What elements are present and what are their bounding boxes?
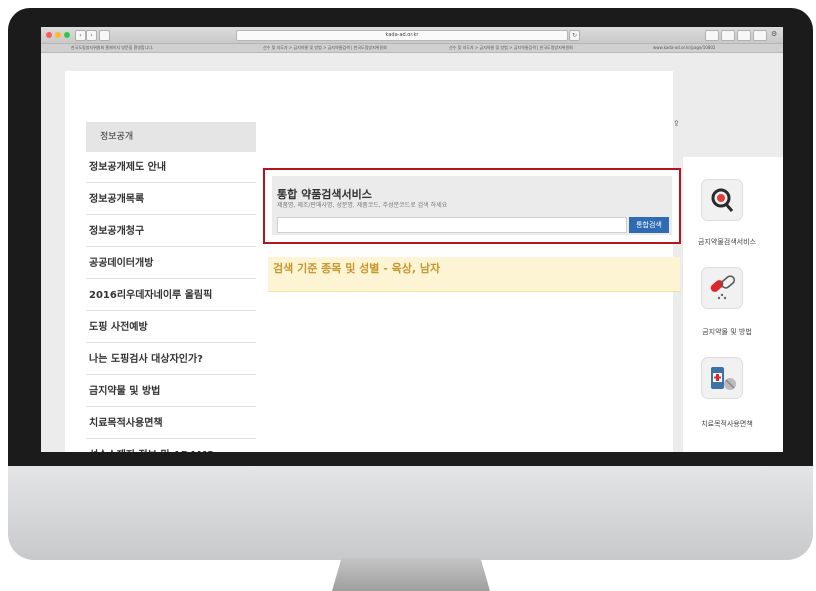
minimize-window-button[interactable]	[55, 32, 61, 38]
browser-tab[interactable]: www.kada-ad.or.kr/page/10802	[653, 44, 763, 52]
search-description: 제품명, 제조/판매사명, 성분명, 제품코드, 주성분코드로 검색 하세요	[277, 202, 448, 209]
browser-tab[interactable]: 선수 및 지도자 > 금지약물 및 방법 > 금지약물검색 | 한국도핑방지위원…	[449, 44, 609, 52]
quicklink-panel: 금지약물검색서비스 금지약물 및 방법 치료목적사용면책	[683, 157, 783, 452]
sidebar-item[interactable]: 나는 도핑검사 대상자인가?	[86, 344, 256, 375]
sidebar-item[interactable]: 치료목적사용면책	[86, 408, 256, 439]
sidebar-item[interactable]: 정보공개청구	[86, 216, 256, 247]
new-tab-icon[interactable]	[753, 30, 767, 41]
search-criteria-bar: 검색 기준 종목 및 성별 - 육상, 남자	[268, 257, 680, 292]
page-content: ⇪ 정보공개 정보공개제도 안내 정보공개목록 정보공개청구 공공데이터개방 2…	[65, 71, 681, 452]
sidebar-item[interactable]: 공공데이터개방	[86, 248, 256, 279]
address-bar[interactable]: kada-ad.or.kr	[236, 30, 568, 41]
browser-tabbar: 한국도핑방지위원회 홈페이지 방문을 환영합니다. 선수 및 지도자 > 금지약…	[41, 44, 783, 53]
quicklink-label[interactable]: 치료목적사용면책	[683, 419, 771, 429]
medicine-bottle-icon[interactable]	[701, 357, 743, 399]
search-criteria-text: 검색 기준 종목 및 성별 - 육상, 남자	[273, 262, 441, 275]
close-window-button[interactable]	[46, 32, 52, 38]
sidebar-item[interactable]: 2016리우데자네이루 올림픽	[86, 280, 256, 311]
integrated-search-button[interactable]: 통합검색	[629, 217, 669, 233]
share-button-icon[interactable]	[721, 30, 735, 41]
browser-tab[interactable]: 선수 및 지도자 > 금지약물 및 방법 > 금지약물검색 | 한국도핑방지위원…	[263, 44, 423, 52]
monitor-stand	[332, 558, 490, 591]
quicklink-label[interactable]: 금지약물검색서비스	[683, 237, 771, 247]
browser-tab[interactable]: 한국도핑방지위원회 홈페이지 방문을 환영합니다.	[71, 44, 221, 52]
sidebar-item[interactable]: 정보공개제도 안내	[86, 152, 256, 183]
sidebar-item[interactable]: 금지약물 및 방법	[86, 376, 256, 407]
browser-screen: ‹ › kada-ad.or.kr ↻ ⚙ 한국도핑방지위원회 홈페이지 방문을…	[41, 27, 783, 452]
monitor-chin	[8, 466, 813, 560]
maximize-window-button[interactable]	[64, 32, 70, 38]
sidebar-item[interactable]: 선수소재지 정보 및 ADAMS	[86, 440, 256, 452]
search-box: 통합 약품검색서비스 제품명, 제조/판매사명, 성분명, 제품코드, 주성분코…	[272, 176, 672, 235]
settings-gear-icon[interactable]: ⚙	[771, 30, 777, 38]
sidebar-item[interactable]: 도핑 사전예방	[86, 312, 256, 343]
sidebar-item[interactable]: 정보공개목록	[86, 184, 256, 215]
magnifier-icon[interactable]	[701, 179, 743, 221]
share-icon[interactable]: ⇪	[673, 119, 680, 128]
pills-icon[interactable]	[701, 267, 743, 309]
search-input[interactable]	[277, 217, 627, 233]
sidebar-title: 정보공개	[86, 122, 256, 152]
browser-titlebar: ‹ › kada-ad.or.kr ↻ ⚙	[41, 27, 783, 44]
download-icon[interactable]	[705, 30, 719, 41]
reload-icon[interactable]: ↻	[569, 30, 580, 41]
forward-icon[interactable]: ›	[86, 30, 97, 41]
tabs-overview-icon[interactable]	[737, 30, 751, 41]
quicklink-label[interactable]: 금지약물 및 방법	[683, 327, 771, 337]
back-icon[interactable]: ‹	[75, 30, 86, 41]
sidebar-toggle-icon[interactable]	[99, 30, 110, 41]
drug-search-panel: 통합 약품검색서비스 제품명, 제조/판매사명, 성분명, 제품코드, 주성분코…	[263, 168, 681, 244]
